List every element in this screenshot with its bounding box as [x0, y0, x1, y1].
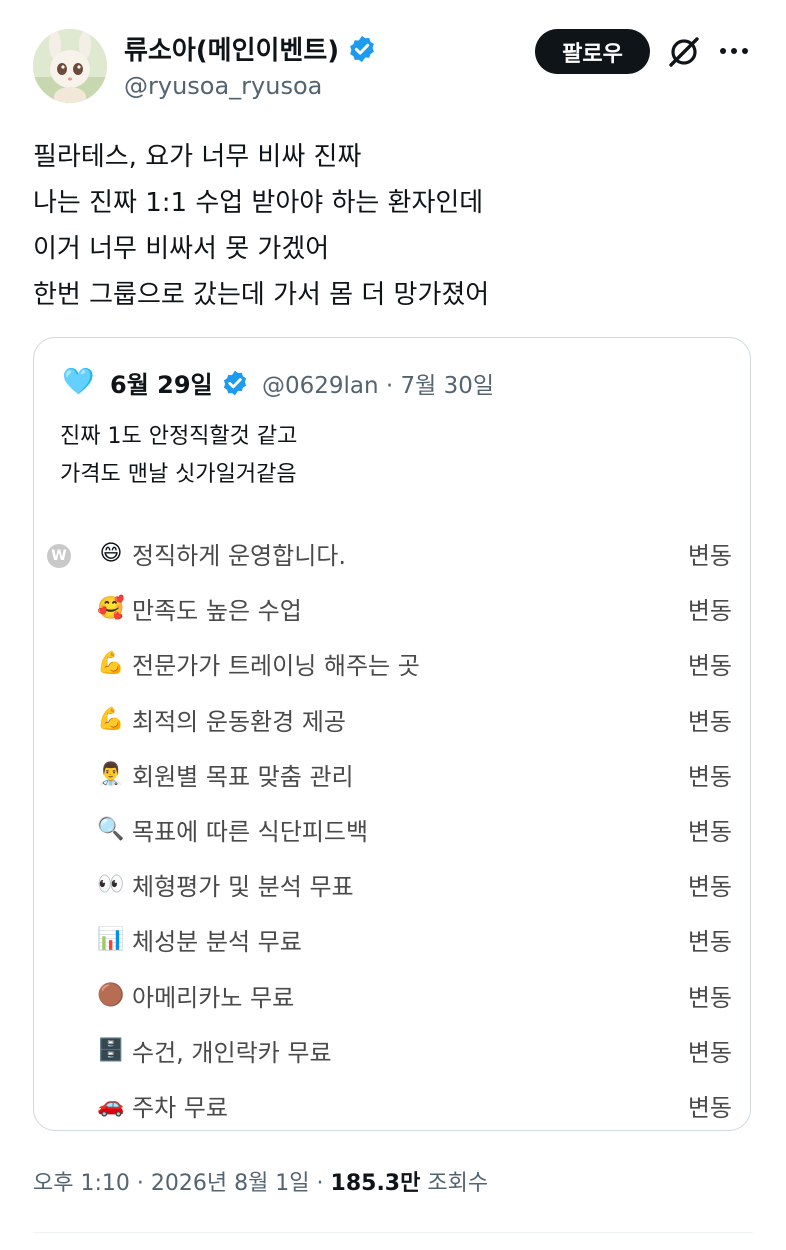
list-item-value: 변동: [687, 652, 732, 681]
quoted-text: 진짜 1도 안정직할것 같고 가격도 맨날 싯가일거같음: [60, 418, 297, 494]
list-item: 🗄️ 수건, 개인락카 무료 변동: [96, 1023, 736, 1078]
tweet-line: 이거 너무 비싸서 못 가겠어: [33, 234, 330, 264]
list-item-value: 변동: [687, 707, 732, 736]
author-handle[interactable]: @ryusoa_ryusoa: [124, 72, 322, 100]
list-item: 💪 전문가가 트레이닝 해주는 곳 변동: [96, 636, 736, 691]
more-icon[interactable]: [720, 44, 754, 58]
tweet-line: 한번 그룹으로 갔는데 가서 몸 더 망가졌어: [33, 280, 490, 310]
list-item-label: 목표에 따른 식단피드백: [132, 818, 369, 847]
list-item-value: 변동: [687, 597, 732, 626]
tweet-timestamp-views: 오후 1:10 · 2026년 8월 1일 · 185.3만 조회수: [33, 1165, 488, 1197]
list-item-label: 수건, 개인락카 무료: [132, 1038, 332, 1067]
list-item-value: 변동: [687, 542, 732, 571]
views-label: 조회수: [420, 1171, 489, 1196]
heart-emoji: 🩵: [62, 367, 95, 397]
coffee-bean-emoji-icon: 🟤: [97, 982, 125, 1008]
tweet-text: 필라테스, 요가 너무 비싸 진짜 나는 진짜 1:1 수업 받아야 하는 환자…: [33, 134, 489, 318]
more-dot: [742, 48, 748, 54]
list-item-label: 만족도 높은 수업: [132, 597, 302, 626]
quoted-line: 진짜 1도 안정직할것 같고: [60, 424, 298, 449]
tweet-line: 필라테스, 요가 너무 비싸 진짜: [33, 142, 362, 172]
avatar-image: [33, 29, 107, 103]
follow-button[interactable]: 팔로우: [535, 29, 650, 74]
smiling-hearts-emoji-icon: 🥰: [97, 596, 125, 622]
list-item: 🔍 목표에 따른 식단피드백 변동: [96, 802, 736, 857]
list-item-value: 변동: [687, 928, 732, 957]
eyes-emoji-icon: 👀: [97, 872, 125, 898]
list-item-label: 주차 무료: [132, 1093, 228, 1122]
locker-emoji-icon: 🗄️: [97, 1037, 125, 1063]
list-item: 👀 체형평가 및 분석 무표 변동: [96, 857, 736, 912]
quoted-line: 가격도 맨날 싯가일거같음: [60, 462, 297, 487]
list-item-label: 회원별 목표 맞춤 관리: [132, 762, 354, 791]
quoted-author-name-text: 6월 29일: [110, 371, 213, 399]
list-item-value: 변동: [687, 762, 732, 791]
list-item: 👨‍⚕️ 회원별 목표 맞춤 관리 변동: [96, 747, 736, 802]
list-item: 💪 최적의 운동환경 제공 변동: [96, 692, 736, 747]
bar-chart-emoji-icon: 📊: [97, 927, 125, 953]
display-name[interactable]: 류소아(메인이벤트): [124, 30, 377, 67]
more-dot: [720, 48, 726, 54]
timestamp[interactable]: 오후 1:10 · 2026년 8월 1일 ·: [33, 1171, 331, 1196]
watermark-badge: W: [47, 544, 71, 568]
quoted-handle-date[interactable]: @0629lan · 7월 30일: [262, 366, 494, 400]
list-item-label: 최적의 운동환경 제공: [132, 707, 346, 736]
health-worker-emoji-icon: 👨‍⚕️: [97, 761, 125, 787]
more-dot: [731, 48, 737, 54]
avatar[interactable]: [33, 29, 107, 103]
divider: [33, 1232, 753, 1233]
quoted-author-name[interactable]: 6월 29일: [110, 365, 249, 400]
views-count: 185.3만: [330, 1171, 421, 1196]
flexed-biceps-emoji-icon: 💪: [97, 706, 125, 732]
verified-badge-icon: [223, 370, 246, 395]
list-item: 🚗 주차 무료 변동: [96, 1078, 736, 1133]
car-emoji-icon: 🚗: [97, 1092, 125, 1118]
display-name-text: 류소아(메인이벤트): [124, 36, 340, 66]
grok-icon[interactable]: [666, 34, 702, 70]
list-item-label: 체형평가 및 분석 무표: [132, 873, 354, 902]
list-item-label: 체성분 분석 무료: [132, 928, 302, 957]
list-item: 📊 체성분 분석 무료 변동: [96, 912, 736, 967]
list-item-value: 변동: [687, 1038, 732, 1067]
list-item: 😄 정직하게 운영합니다. 변동: [96, 526, 736, 581]
list-item-label: 정직하게 운영합니다.: [132, 542, 346, 571]
magnifier-emoji-icon: 🔍: [97, 817, 125, 843]
list-item-label: 아메리카노 무료: [132, 983, 295, 1012]
list-item: 🟤 아메리카노 무료 변동: [96, 968, 736, 1023]
grin-emoji-icon: 😄: [99, 541, 123, 567]
list-item: 🥰 만족도 높은 수업 변동: [96, 581, 736, 636]
verified-badge-icon: [350, 35, 375, 62]
list-item-label: 전문가가 트레이닝 해주는 곳: [132, 652, 420, 681]
list-item-value: 변동: [687, 983, 732, 1012]
tweet-line: 나는 진짜 1:1 수업 받아야 하는 환자인데: [33, 188, 484, 218]
price-list: 😄 정직하게 운영합니다. 변동 🥰 만족도 높은 수업 변동 💪 전문가가 트레이닝…: [96, 526, 736, 1133]
list-item-value: 변동: [687, 818, 732, 847]
flexed-biceps-emoji-icon: 💪: [97, 651, 125, 677]
list-item-value: 변동: [687, 873, 732, 902]
list-item-value: 변동: [687, 1093, 732, 1122]
